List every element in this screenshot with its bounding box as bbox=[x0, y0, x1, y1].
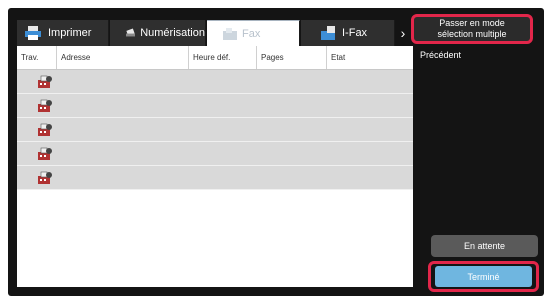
column-header-address[interactable]: Adresse bbox=[57, 46, 189, 69]
mode-button-line-1: Passer en mode bbox=[439, 18, 505, 28]
ifax-icon bbox=[321, 26, 335, 40]
previous-label[interactable]: Précédent bbox=[420, 50, 461, 60]
table-row[interactable] bbox=[17, 142, 413, 166]
table-row[interactable] bbox=[17, 94, 413, 118]
fax-job-icon bbox=[38, 123, 52, 136]
tab-label: Imprimer bbox=[48, 27, 92, 39]
table-row[interactable] bbox=[17, 70, 413, 94]
column-header-job[interactable]: Trav. bbox=[17, 46, 57, 69]
fax-job-icon bbox=[38, 75, 52, 88]
tab-ifax[interactable]: I-Fax bbox=[301, 20, 395, 46]
column-header-pages[interactable]: Pages bbox=[257, 46, 327, 69]
scanner-icon bbox=[126, 28, 136, 37]
job-list-panel: Trav. Adresse Heure déf. Pages Etat bbox=[17, 46, 413, 287]
completed-button[interactable]: Terminé bbox=[435, 266, 532, 287]
tab-print[interactable]: Imprimer bbox=[17, 20, 109, 46]
fax-icon bbox=[223, 27, 237, 40]
completed-button-frame: Terminé bbox=[428, 261, 539, 292]
mode-button-line-2: sélection multiple bbox=[437, 29, 507, 39]
tab-scroll-right-icon[interactable]: › bbox=[395, 20, 411, 46]
column-header-time[interactable]: Heure déf. bbox=[189, 46, 257, 69]
tab-fax[interactable]: Fax bbox=[207, 20, 300, 46]
fax-job-icon bbox=[38, 171, 52, 184]
printer-icon bbox=[25, 26, 41, 40]
tab-scan[interactable]: Numérisation bbox=[110, 20, 206, 46]
tab-label: I-Fax bbox=[342, 27, 368, 39]
fax-job-icon bbox=[38, 147, 52, 160]
tab-label: Fax bbox=[242, 27, 261, 40]
table-row[interactable] bbox=[17, 166, 413, 190]
multiple-selection-mode-button[interactable]: Passer en mode sélection multiple bbox=[411, 14, 533, 44]
job-rows bbox=[17, 70, 413, 190]
table-header: Trav. Adresse Heure déf. Pages Etat bbox=[17, 46, 413, 70]
table-row[interactable] bbox=[17, 118, 413, 142]
column-header-status[interactable]: Etat bbox=[327, 46, 413, 69]
tab-label: Numérisation bbox=[140, 27, 205, 39]
fax-job-icon bbox=[38, 99, 52, 112]
waiting-button[interactable]: En attente bbox=[431, 235, 538, 257]
